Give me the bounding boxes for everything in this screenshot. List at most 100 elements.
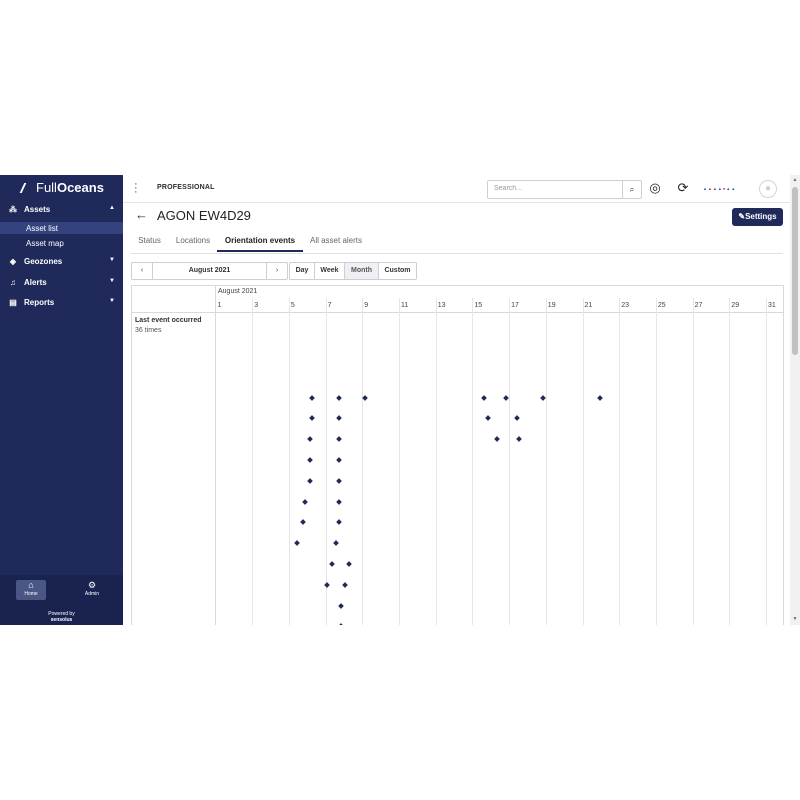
geozone-icon: ◈ (9, 257, 17, 266)
chevron-up-icon: ▲ (109, 205, 115, 211)
scrollbar-thumb[interactable] (792, 187, 798, 355)
range-week-button[interactable]: Week (315, 263, 345, 279)
more-vertical-icon[interactable]: · · · (134, 179, 138, 198)
orientation-event-marker[interactable] (336, 477, 343, 484)
search-button[interactable]: ⌕ (622, 181, 641, 198)
orientation-event-marker[interactable] (336, 498, 343, 505)
timeline-month-label: August 2021 (218, 288, 258, 295)
axis-tick-label: 27 (694, 302, 703, 309)
grid-line (545, 298, 547, 625)
target-icon[interactable]: ◎ (647, 180, 663, 196)
tab-bar: Status Locations Orientation events All … (131, 228, 783, 254)
tab-orientation-events[interactable]: Orientation events (217, 228, 303, 252)
back-button[interactable]: ← (135, 207, 148, 222)
sidebar-item-label: Reports (24, 298, 55, 307)
axis-tick-label: 1 (217, 302, 222, 309)
orientation-event-marker[interactable] (516, 436, 523, 442)
axis-tick-label: 17 (511, 302, 519, 309)
orientation-event-marker[interactable] (362, 394, 368, 401)
user-logo[interactable]: ▲▲▲▲●▲▲ (703, 186, 736, 191)
scroll-up-icon[interactable]: ▲ (790, 177, 800, 183)
search-input[interactable] (488, 181, 628, 196)
orientation-event-marker[interactable] (301, 498, 308, 505)
orientation-timeline: August 2021 Last event occurred 36 times… (131, 285, 784, 625)
orientation-event-marker[interactable] (514, 415, 521, 422)
arrow-left-icon: ← (135, 207, 148, 222)
sidebar-item-assets[interactable]: ⁂ Assets ▲ (0, 204, 123, 218)
orientation-event-marker[interactable] (299, 519, 306, 526)
orientation-event-marker[interactable] (494, 436, 501, 442)
sidebar-item-alerts[interactable]: ♫ Alerts ▼ (0, 277, 123, 291)
range-custom-button[interactable]: Custom (379, 263, 416, 279)
sidebar-item-label: Asset list (26, 224, 59, 233)
previous-month-button[interactable]: ‹ (132, 263, 153, 279)
grid-line (472, 298, 474, 625)
sidebar-footer: ⌂ Home ⚙ Admin Powered by sensolus (0, 575, 123, 625)
orientation-event-marker[interactable] (342, 581, 348, 588)
orientation-event-marker[interactable] (309, 415, 315, 422)
sidebar-item-label: Assets (24, 205, 51, 214)
orientation-event-marker[interactable] (332, 540, 339, 546)
grid-line (399, 298, 400, 625)
orientation-event-marker[interactable] (309, 394, 315, 401)
orientation-event-marker[interactable] (481, 394, 488, 401)
axis-tick-label: 5 (290, 302, 295, 309)
grid-line (435, 298, 437, 625)
orientation-event-marker[interactable] (307, 436, 313, 442)
tab-status[interactable]: Status (131, 228, 168, 252)
page-title: AGON EW4D29 (157, 208, 251, 223)
powered-by-brand: sensolus (50, 617, 73, 623)
avatar[interactable]: ● (759, 180, 777, 198)
scroll-down-icon[interactable]: ▼ (790, 616, 800, 622)
settings-label: Settings (745, 212, 777, 221)
brand-name-part1: Full (36, 180, 57, 195)
orientation-event-marker[interactable] (336, 436, 343, 442)
assets-icon: ⁂ (9, 205, 17, 214)
refresh-icon[interactable]: ⟳ (675, 180, 691, 196)
axis-tick-label: 25 (657, 302, 666, 309)
sidebar-item-asset-list[interactable]: Asset list (0, 222, 123, 234)
grid-line (692, 298, 694, 625)
sidebar-item-asset-map[interactable]: Asset map (0, 237, 123, 249)
tab-locations[interactable]: Locations (171, 228, 215, 252)
axis-tick-label: 13 (437, 302, 446, 309)
orientation-event-marker[interactable] (294, 540, 301, 546)
orientation-event-marker[interactable] (597, 394, 603, 401)
axis-tick-label: 21 (584, 302, 593, 309)
grid-line (288, 298, 290, 625)
range-month-button[interactable]: Month (345, 263, 379, 279)
sidebar-item-geozones[interactable]: ◈ Geozones ▼ (0, 256, 123, 270)
orientation-event-marker[interactable] (338, 602, 345, 609)
axis-tick-label: 7 (327, 302, 332, 309)
brand-logo[interactable]: FullOceans (19, 180, 104, 195)
orientation-event-marker[interactable] (307, 457, 313, 463)
scrollbar[interactable]: ▲ ▼ (790, 175, 800, 625)
label-column-divider (215, 286, 216, 625)
orientation-event-marker[interactable] (345, 561, 352, 567)
search-box: ⌕ (487, 180, 642, 199)
home-icon: ⌂ (28, 580, 34, 590)
orientation-event-marker[interactable] (338, 623, 345, 625)
orientation-event-marker[interactable] (485, 415, 491, 422)
orientation-event-marker[interactable] (336, 519, 343, 526)
axis-tick-label: 29 (731, 302, 740, 309)
orientation-event-marker[interactable] (336, 457, 343, 463)
timeline-row-count: 36 times (135, 327, 162, 334)
orientation-event-marker[interactable] (336, 415, 343, 422)
orientation-event-marker[interactable] (336, 394, 343, 401)
admin-button[interactable]: ⚙ Admin (77, 580, 107, 600)
tab-all-asset-alerts[interactable]: All asset alerts (306, 228, 366, 252)
orientation-event-marker[interactable] (329, 561, 335, 567)
sidebar-item-reports[interactable]: ▤ Reports ▼ (0, 297, 123, 311)
app-window: FullOceans ⁂ Assets ▲ Asset list Asset m… (0, 175, 800, 625)
settings-button[interactable]: ✎Settings (732, 208, 783, 226)
range-day-button[interactable]: Day (290, 263, 315, 279)
next-month-button[interactable]: › (266, 263, 287, 279)
grid-line (509, 298, 511, 625)
orientation-event-marker[interactable] (307, 477, 313, 484)
grid-line (655, 298, 657, 625)
header-divider (132, 312, 783, 313)
current-month-label[interactable]: August 2021 (152, 263, 267, 279)
grid-line (362, 298, 364, 625)
home-button[interactable]: ⌂ Home (16, 580, 46, 600)
